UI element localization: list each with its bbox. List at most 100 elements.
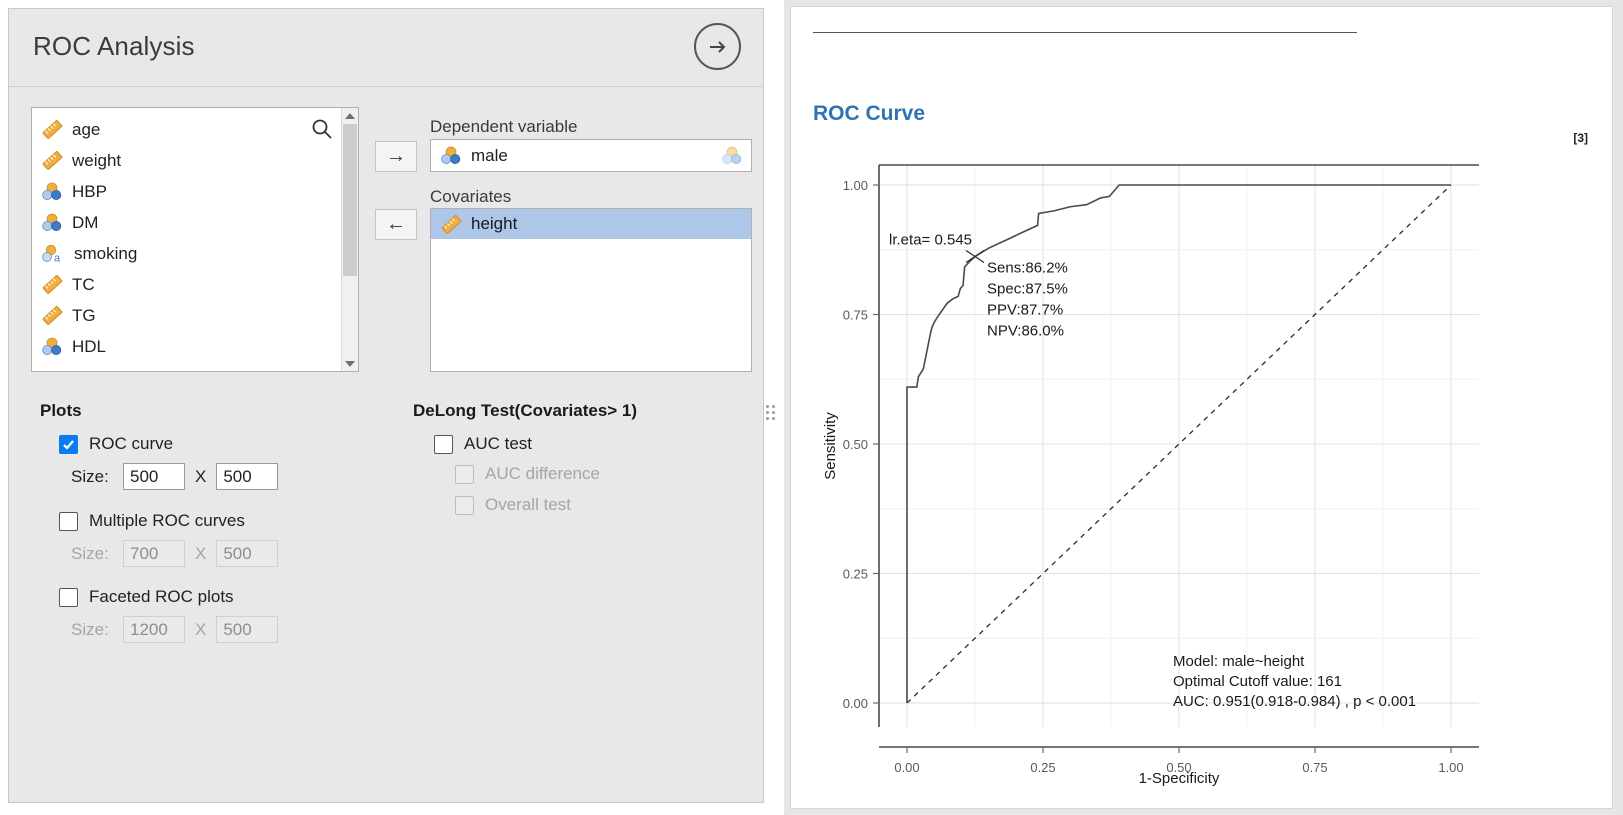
model-annotation-line: Model: male~height <box>1173 653 1305 670</box>
nominal-icon <box>441 146 462 165</box>
move-back-button[interactable]: ← <box>375 209 417 240</box>
ruler-icon <box>441 214 462 234</box>
variable-list-viewport[interactable]: age weight HBP DM a smoking TC TG HDL <box>32 108 341 371</box>
metric-annotation-line: Sens:86.2% <box>987 259 1068 276</box>
auc-difference-checkbox-row: AUC difference <box>455 464 600 484</box>
axis-tick-label: 0.75 <box>1302 760 1327 775</box>
roc-curve-checkbox-row[interactable]: ROC curve <box>59 434 173 454</box>
dependent-variable-field[interactable]: male <box>430 139 752 172</box>
list-item-label: age <box>72 119 101 139</box>
nominal-type-hint-icon <box>722 146 743 165</box>
multiple-roc-width-input[interactable] <box>123 540 185 567</box>
ruler-icon <box>42 275 63 294</box>
run-analysis-button[interactable] <box>694 23 741 70</box>
roc-curve-chart: 0.00 0.25 0.50 0.75 1.00 0.00 0.25 0.50 0.75 1.00… <box>817 147 1597 797</box>
roc-curve-height-input[interactable] <box>216 463 279 490</box>
multiple-roc-checkbox[interactable] <box>59 511 78 531</box>
horizontal-rule <box>813 32 1357 33</box>
list-item-label: TG <box>72 305 96 325</box>
panel-splitter-handle[interactable] <box>766 405 776 427</box>
triangle-down-icon <box>345 360 355 367</box>
scrollbar-thumb[interactable] <box>343 124 357 276</box>
model-annotation-line: Optimal Cutoff value: 161 <box>1173 673 1342 690</box>
faceted-roc-checkbox[interactable] <box>59 587 78 607</box>
output-document[interactable]: ROC Curve [3] 0.00 0.25 0.50 0.75 1.00 0.00 0.… <box>790 6 1613 809</box>
roc-curve-checkbox[interactable] <box>59 434 78 454</box>
list-item-label: HDL <box>72 336 107 356</box>
cutoff-annotation-label: lr.eta= 0.545 <box>889 231 972 248</box>
multiple-roc-label[interactable]: Multiple ROC curves <box>89 511 245 531</box>
nominal-icon <box>42 213 63 232</box>
faceted-roc-checkbox-row[interactable]: Faceted ROC plots <box>59 587 234 607</box>
arrow-left-icon: ← <box>386 213 406 235</box>
multiple-roc-checkbox-row[interactable]: Multiple ROC curves <box>59 511 245 531</box>
auc-test-checkbox[interactable] <box>434 434 453 454</box>
size-label: Size: <box>71 619 109 639</box>
ruler-icon <box>42 306 63 325</box>
size-label: Size: <box>71 466 109 486</box>
roc-plot-svg: 0.000.250.500.751.000.00 0.25 0.50 0.75 1.00… <box>822 164 1479 787</box>
multiple-roc-height-input[interactable] <box>216 540 279 567</box>
metric-annotation-line: NPV:86.0% <box>987 322 1064 339</box>
overall-test-checkbox <box>455 495 474 515</box>
check-icon <box>63 439 74 450</box>
x-axis-title: 1-Specificity <box>1139 770 1220 787</box>
delong-section-title: DeLong Test(Covariates> 1) <box>413 401 638 420</box>
list-item[interactable]: HBP <box>32 176 341 207</box>
size-separator: X <box>195 619 207 639</box>
output-panel: ROC Curve [3] 0.00 0.25 0.50 0.75 1.00 0.00 0.… <box>784 0 1623 815</box>
metric-annotation-line: PPV:87.7% <box>987 301 1063 318</box>
list-item[interactable]: HDL <box>32 331 341 362</box>
output-heading: ROC Curve <box>813 102 926 125</box>
axis-tick-label: 0.25 <box>843 567 868 582</box>
covariates-list[interactable]: height <box>430 208 752 372</box>
move-to-target-button[interactable]: → <box>375 141 417 172</box>
auc-test-checkbox-row[interactable]: AUC test <box>434 434 532 454</box>
overall-test-checkbox-row: Overall test <box>455 495 571 515</box>
axis-tick-label: 0.00 <box>894 760 919 775</box>
search-icon[interactable] <box>311 118 333 140</box>
dependent-variable-label: Dependent variable <box>430 117 578 136</box>
axis-tick-label: 0.00 <box>843 696 868 711</box>
nominal-icon <box>42 337 63 356</box>
list-item[interactable]: a smoking <box>32 238 341 269</box>
arrow-right-icon: → <box>386 145 406 167</box>
plots-section-title: Plots <box>40 401 82 420</box>
faceted-roc-size-row: Size: X <box>71 616 279 643</box>
application-window: ROC Analysis age weight HBP DM a smoking… <box>0 0 1623 815</box>
nominal-icon <box>42 182 63 201</box>
list-item-label: smoking <box>74 243 138 263</box>
covariates-label: Covariates <box>430 187 512 206</box>
overall-test-label: Overall test <box>485 495 571 514</box>
roc-curve-label[interactable]: ROC curve <box>89 434 173 454</box>
list-item[interactable]: TG <box>32 300 341 331</box>
list-item[interactable]: TC <box>32 269 341 300</box>
axis-tick-label: 1.00 <box>843 178 868 193</box>
ruler-icon <box>42 120 63 139</box>
list-item[interactable]: DM <box>32 207 341 238</box>
roc-curve-width-input[interactable] <box>123 463 185 490</box>
size-label: Size: <box>71 543 109 563</box>
auc-difference-checkbox <box>455 464 474 484</box>
list-item[interactable]: height <box>431 209 751 239</box>
size-separator: X <box>195 466 207 486</box>
scroll-down-button[interactable] <box>342 356 358 371</box>
axis-tick-label: 0.75 <box>843 308 868 323</box>
svg-text:a: a <box>54 253 61 264</box>
faceted-roc-label[interactable]: Faceted ROC plots <box>89 587 234 607</box>
scroll-up-button[interactable] <box>342 108 358 123</box>
multiple-roc-size-row: Size: X <box>71 540 279 567</box>
roc-analysis-dialog-panel: ROC Analysis age weight HBP DM a smoking… <box>0 0 784 815</box>
list-item-label: HBP <box>72 181 107 201</box>
list-item-label: TC <box>72 274 95 294</box>
faceted-roc-height-input[interactable] <box>216 616 279 643</box>
arrow-right-circle-icon <box>705 34 731 60</box>
faceted-roc-width-input[interactable] <box>123 616 185 643</box>
y-axis-title: Sensitivity <box>822 412 839 480</box>
variable-source-list[interactable]: age weight HBP DM a smoking TC TG HDL <box>31 107 359 372</box>
variable-list-scrollbar[interactable] <box>341 108 358 371</box>
list-item[interactable]: age <box>32 114 341 145</box>
list-item[interactable]: weight <box>32 145 341 176</box>
auc-test-label[interactable]: AUC test <box>464 434 532 454</box>
dependent-variable-value: male <box>471 145 508 165</box>
